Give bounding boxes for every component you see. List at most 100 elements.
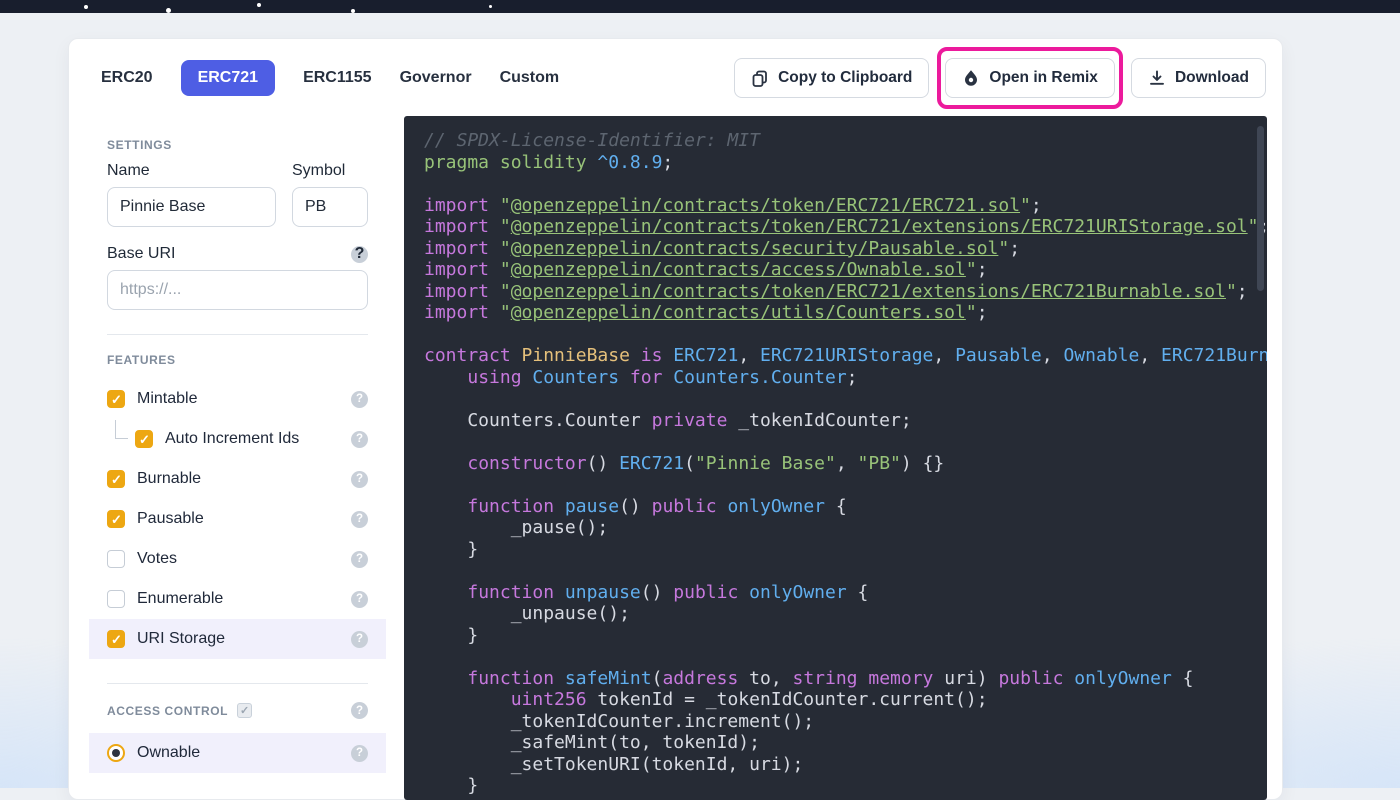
- import-link[interactable]: @openzeppelin/contracts/security/Pausabl…: [511, 238, 999, 259]
- remix-button[interactable]: Open in Remix: [945, 58, 1115, 98]
- tab-erc721[interactable]: ERC721: [180, 60, 276, 96]
- code-line: _pause();: [424, 517, 609, 538]
- checkbox[interactable]: [107, 510, 125, 528]
- copy-icon: [751, 69, 769, 87]
- symbol-input[interactable]: [292, 187, 368, 227]
- feature-label: Auto Increment Ids: [165, 430, 300, 447]
- symbol-label: Symbol: [292, 162, 346, 179]
- import-link[interactable]: @openzeppelin/contracts/token/ERC721/ext…: [511, 216, 1248, 237]
- divider: [107, 683, 368, 684]
- checkbox[interactable]: [107, 630, 125, 648]
- import-link[interactable]: @openzeppelin/contracts/token/ERC721/ERC…: [511, 195, 1020, 216]
- checkbox[interactable]: [107, 470, 125, 488]
- code-line: }: [424, 775, 479, 796]
- remix-button-label: Open in Remix: [989, 69, 1098, 86]
- decor-dot: [166, 8, 171, 13]
- wizard-card: ERC20 ERC721 ERC1155 Governor Custom Copy to…: [68, 38, 1283, 800]
- symbol-field: Symbol: [292, 162, 368, 227]
- copy-button[interactable]: Copy to Clipboard: [734, 58, 930, 98]
- tab-custom[interactable]: Custom: [500, 60, 560, 96]
- divider: [107, 334, 368, 335]
- code-line: using Counters for Counters.Counter;: [467, 366, 858, 388]
- help-icon[interactable]: ?: [351, 470, 368, 488]
- tab-governor[interactable]: Governor: [400, 60, 472, 96]
- decor-dot: [489, 5, 492, 8]
- feature-row-uri-storage[interactable]: URI Storage?: [89, 619, 386, 659]
- code-scrollbar-thumb[interactable]: [1257, 126, 1264, 291]
- feature-label: Votes: [137, 550, 178, 567]
- help-icon[interactable]: ?: [351, 390, 368, 408]
- help-icon[interactable]: ?: [351, 550, 368, 568]
- checkbox[interactable]: [135, 430, 153, 448]
- feature-row-auto-increment-ids[interactable]: Auto Increment Ids?: [89, 419, 386, 459]
- code-line: import "@openzeppelin/contracts/security…: [424, 237, 1021, 259]
- name-symbol-row: Name Symbol: [89, 162, 386, 227]
- tab-erc1155[interactable]: ERC1155: [303, 60, 372, 96]
- features-heading: FEATURES: [107, 353, 176, 367]
- copy-button-label: Copy to Clipboard: [778, 69, 913, 86]
- feature-row-burnable[interactable]: Burnable?: [89, 459, 386, 499]
- code-line: import "@openzeppelin/contracts/access/O…: [424, 259, 988, 280]
- import-link[interactable]: @openzeppelin/contracts/utils/Counters.s…: [511, 302, 966, 323]
- code-line: Counters.Counter private _tokenIdCounter…: [424, 409, 912, 431]
- tab-bar: ERC20 ERC721 ERC1155 Governor Custom: [101, 58, 559, 98]
- help-icon[interactable]: ?: [351, 245, 368, 263]
- tab-erc20[interactable]: ERC20: [101, 60, 153, 96]
- remix-icon: [962, 69, 980, 87]
- download-button-label: Download: [1174, 69, 1249, 86]
- access-row-ownable[interactable]: Ownable?: [89, 733, 386, 773]
- code-line: import "@openzeppelin/contracts/token/ER…: [424, 216, 1267, 237]
- decor-dot: [257, 3, 261, 7]
- code-line: import "@openzeppelin/contracts/token/ER…: [424, 280, 1248, 302]
- help-icon[interactable]: ?: [351, 744, 368, 762]
- access-control-master-checkbox[interactable]: ✓: [237, 703, 253, 718]
- feature-row-votes[interactable]: Votes?: [89, 539, 386, 579]
- code-line: uint256 tokenId = _tokenIdCounter.curren…: [510, 689, 988, 710]
- import-link[interactable]: @openzeppelin/contracts/token/ERC721/ext…: [511, 281, 1226, 302]
- code-line: _safeMint(to, tokenId);: [424, 732, 760, 753]
- code-line: _tokenIdCounter.increment();: [424, 710, 815, 732]
- code-line: }: [424, 538, 479, 560]
- code-line: constructor() ERC721("Pinnie Base", "PB"…: [467, 452, 945, 474]
- help-icon[interactable]: ?: [351, 630, 368, 648]
- radio-button[interactable]: [107, 744, 125, 762]
- base-uri-label-row: Base URI ?: [89, 245, 386, 263]
- help-icon[interactable]: ?: [351, 702, 368, 719]
- features-list: Mintable?Auto Increment Ids?Burnable?Pau…: [89, 379, 386, 659]
- base-uri-input[interactable]: [107, 270, 368, 310]
- top-band: [0, 0, 1400, 13]
- help-icon[interactable]: ?: [351, 590, 368, 608]
- feature-row-enumerable[interactable]: Enumerable?: [89, 579, 386, 619]
- code-line: _setTokenURI(tokenId, uri);: [424, 753, 804, 775]
- import-link[interactable]: @openzeppelin/contracts/access/Ownable.s…: [511, 259, 966, 280]
- name-field: Name: [107, 162, 276, 227]
- feature-label: Mintable: [137, 390, 198, 407]
- nested-connector: [115, 420, 128, 439]
- feature-row-pausable[interactable]: Pausable?: [89, 499, 386, 539]
- help-icon[interactable]: ?: [351, 430, 368, 448]
- code-line: pragma solidity ^0.8.9;: [424, 151, 674, 173]
- annotation-highlight-box: Open in Remix: [937, 47, 1123, 109]
- decor-dot: [351, 9, 355, 13]
- feature-row-mintable[interactable]: Mintable?: [89, 379, 386, 419]
- checkbox[interactable]: [107, 390, 125, 408]
- feature-label: Burnable: [137, 470, 202, 487]
- code-line: function unpause() public onlyOwner {: [467, 581, 869, 603]
- help-icon[interactable]: ?: [351, 510, 368, 528]
- base-uri-label: Base URI: [107, 245, 176, 262]
- checkbox[interactable]: [107, 590, 125, 608]
- download-button[interactable]: Download: [1130, 58, 1266, 98]
- code-line: function safeMint(address to, string mem…: [467, 667, 1194, 689]
- solidity-code: // SPDX-License-Identifier: MIT pragma so…: [424, 130, 1267, 797]
- name-input[interactable]: [107, 187, 276, 227]
- access-control-list: Ownable?: [89, 733, 386, 773]
- code-line: function pause() public onlyOwner {: [467, 495, 847, 517]
- checkbox[interactable]: [107, 550, 125, 568]
- decor-dot: [84, 5, 88, 9]
